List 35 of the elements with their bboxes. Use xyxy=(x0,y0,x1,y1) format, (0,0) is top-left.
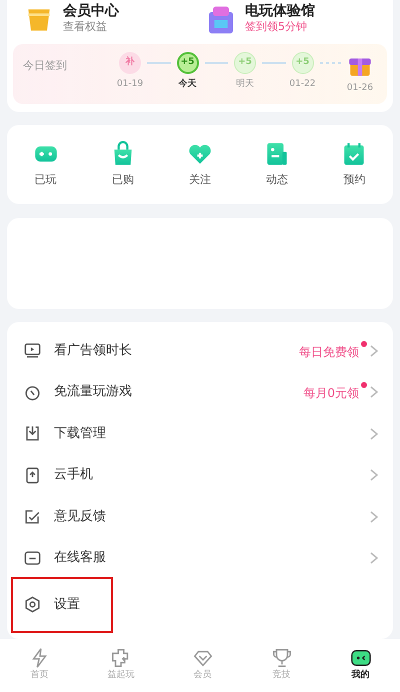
checkin-date: 明天 xyxy=(236,78,254,91)
checkin-date: 01-26 xyxy=(346,82,374,95)
menu-item[interactable]: 在线客服 xyxy=(7,537,393,579)
menu-item[interactable]: 设置 xyxy=(13,578,111,631)
promo-title[interactable]: 会员中心 xyxy=(63,4,119,20)
menu-item[interactable]: 免流量玩游戏 每月0元领 xyxy=(7,371,393,413)
promo-subtitle: 签到领5分钟 xyxy=(245,19,308,36)
phone-upload-icon xyxy=(23,466,42,485)
menu-item[interactable]: 下载管理 xyxy=(7,412,393,454)
menu-item[interactable]: 云手机 xyxy=(7,454,393,496)
promo-subtitle: 查看权益 xyxy=(63,19,108,36)
play-screen-icon xyxy=(23,341,42,360)
menu-item[interactable]: 看广告领时长 每日免费领 xyxy=(7,330,393,372)
menu-note: 每日免费领 xyxy=(299,344,359,359)
reward-circle: +5 xyxy=(176,52,198,74)
reward-circle: +5 xyxy=(234,52,256,74)
shortcut-label[interactable]: 已玩 xyxy=(34,172,57,188)
trophy-icon xyxy=(270,646,292,669)
shortcut-label[interactable]: 已购 xyxy=(112,172,134,188)
menu-item[interactable]: 意见反馈 xyxy=(7,496,393,538)
checkin-date: 01-19 xyxy=(116,78,144,91)
shortcut-label[interactable]: 预约 xyxy=(343,172,366,188)
promo-title[interactable]: 电玩体验馆 xyxy=(245,4,315,20)
checkin-label: 今日签到 xyxy=(23,58,68,74)
menu-note: 每月0元领 xyxy=(303,386,359,400)
checkin-date: 01-22 xyxy=(289,78,316,91)
settings-icon xyxy=(23,595,42,614)
edit-icon xyxy=(23,507,42,526)
reward-circle: +5 xyxy=(292,52,314,74)
shortcut-label[interactable]: 动态 xyxy=(266,172,288,188)
tab-item[interactable]: 我的 xyxy=(350,646,372,688)
checkin-date: 今天 xyxy=(178,78,196,91)
download-icon xyxy=(23,424,42,444)
shortcut-label[interactable]: 关注 xyxy=(188,172,211,188)
chat-icon xyxy=(23,548,42,568)
